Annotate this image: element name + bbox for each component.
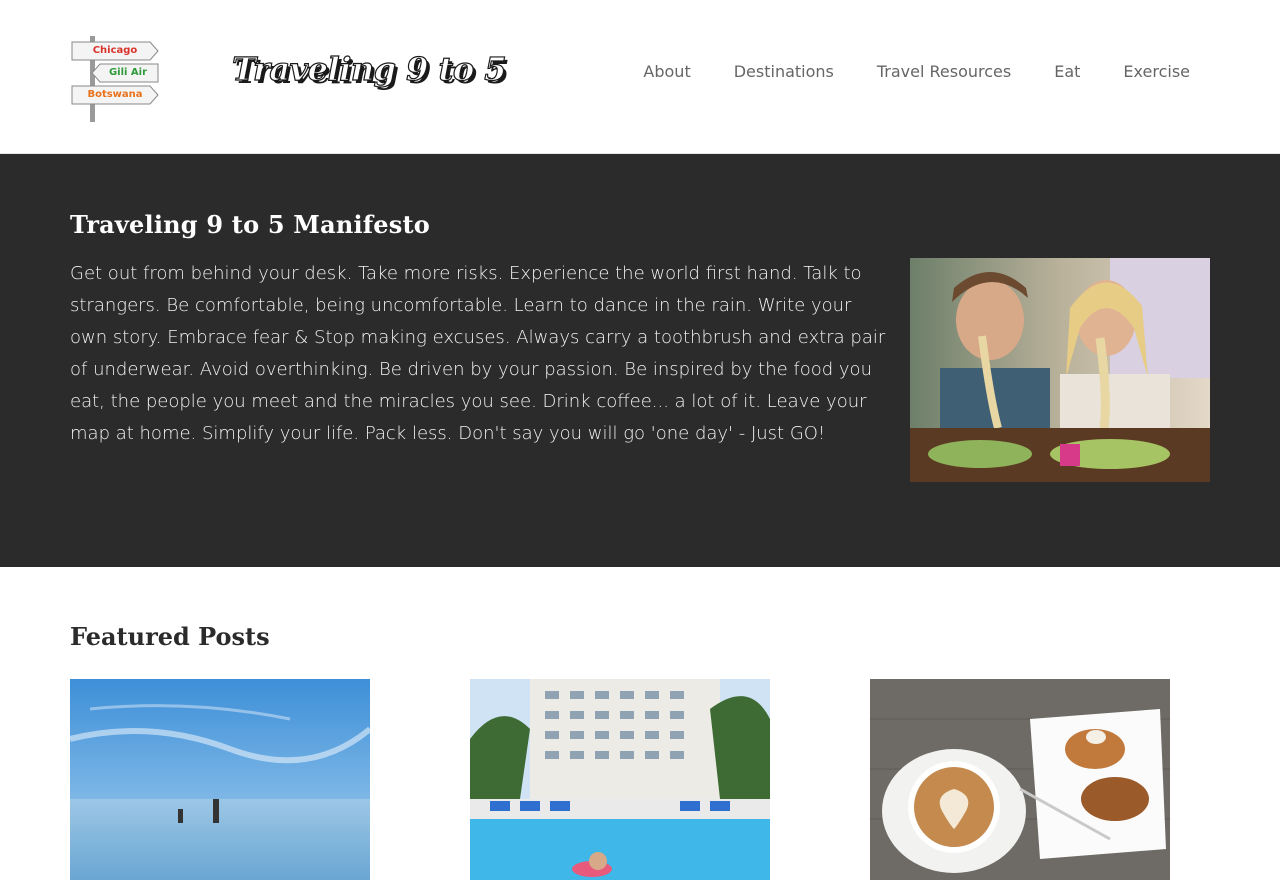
logo-sign-2: Gili Air [108, 67, 148, 78]
nav-destinations[interactable]: Destinations [734, 62, 834, 81]
featured-post-card-2[interactable] [470, 679, 770, 880]
noodle-eating-couple-photo [910, 258, 1210, 482]
nav-exercise[interactable]: Exercise [1123, 62, 1190, 81]
manifesto-body: Get out from behind your desk. Take more… [70, 263, 886, 444]
nav-travel-resources[interactable]: Travel Resources [877, 62, 1011, 81]
manifesto-title: Traveling 9 to 5 Manifesto [70, 210, 430, 239]
coffee-and-pastry-photo [870, 679, 1170, 880]
featured-post-card-3[interactable] [870, 679, 1170, 880]
featured-post-card-1[interactable] [70, 679, 370, 880]
manifesto-section: Traveling 9 to 5 Manifesto Get out from … [0, 154, 1280, 567]
logo-sign-3: Botswana [87, 89, 143, 100]
nav-eat[interactable]: Eat [1054, 62, 1080, 81]
nav-about[interactable]: About [643, 62, 690, 81]
ocean-handstand-photo [70, 679, 370, 880]
main-nav: About Destinations Travel Resources Eat … [600, 62, 1190, 81]
logo-wordmark: Traveling 9 to 5 [231, 49, 507, 88]
site-header: Chicago Gili Air Botswana Traveling 9 to… [0, 0, 1280, 154]
hotel-pool-photo [470, 679, 770, 880]
featured-posts-title: Featured Posts [70, 622, 270, 651]
logo-sign-1: Chicago [92, 45, 138, 56]
site-logo[interactable]: Chicago Gili Air Botswana Traveling 9 to… [70, 32, 507, 124]
